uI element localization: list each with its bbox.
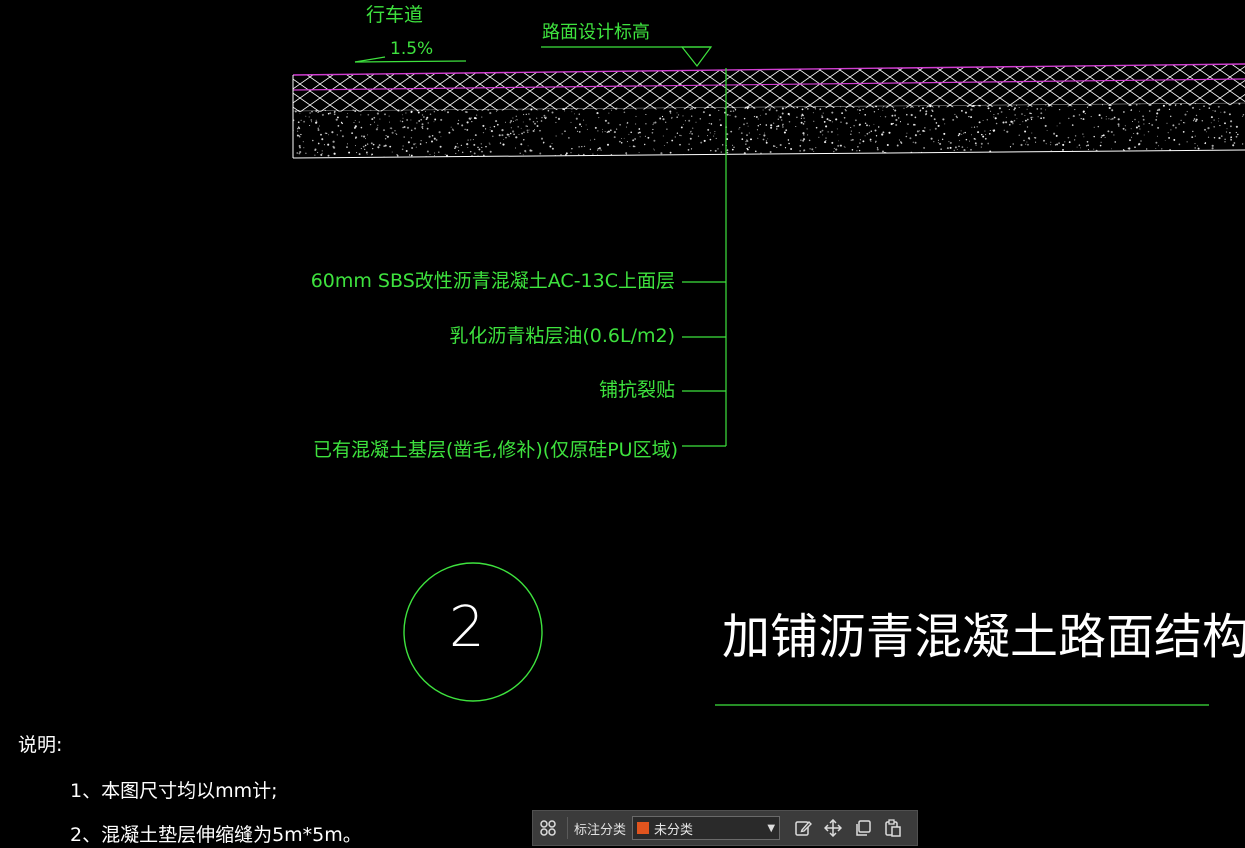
toolbar-divider <box>567 817 568 839</box>
slope-label: 1.5% <box>390 39 434 59</box>
category-value: 未分类 <box>654 822 694 838</box>
annotation-toolbar: 标注分类 未分类 ▼ <box>532 810 918 846</box>
grid-icon[interactable] <box>533 813 563 843</box>
lane-label: 行车道 <box>366 4 424 26</box>
layer-leader-lines <box>682 68 727 447</box>
paste-icon[interactable] <box>878 813 908 843</box>
layer-label-anti-crack: 铺抗裂贴 <box>598 379 675 401</box>
category-label: 标注分类 <box>574 822 627 838</box>
concrete-bottom-line <box>292 149 1245 159</box>
category-color-swatch <box>637 822 650 834</box>
notes-heading: 说明: <box>18 734 63 756</box>
copy-icon[interactable] <box>848 813 878 843</box>
category-dropdown[interactable]: 未分类 ▼ <box>632 816 781 840</box>
move-icon[interactable] <box>818 813 848 843</box>
cad-drawing-canvas[interactable] <box>0 0 1245 848</box>
edit-icon[interactable] <box>788 813 818 843</box>
drawing-title: 加铺沥青混凝土路面结构图 <box>722 609 1245 665</box>
chevron-down-icon: ▼ <box>767 822 776 834</box>
note-item: 2、混凝土垫层伸缩缝为5m*5m。 <box>70 824 362 846</box>
detail-number: 2 <box>449 595 485 660</box>
note-item: 1、本图尺寸均以mm计; <box>70 780 278 802</box>
layer-label-tack-coat: 乳化沥青粘层油(0.6L/m2) <box>449 325 675 347</box>
layer-label-surface: 60mm SBS改性沥青混凝土AC-13C上面层 <box>310 270 675 292</box>
layer-label-base: 已有混凝土基层(凿毛,修补)(仅原硅PU区域) <box>312 439 678 461</box>
design-elevation-label: 路面设计标高 <box>542 22 650 43</box>
design-elevation-marker <box>541 46 713 67</box>
